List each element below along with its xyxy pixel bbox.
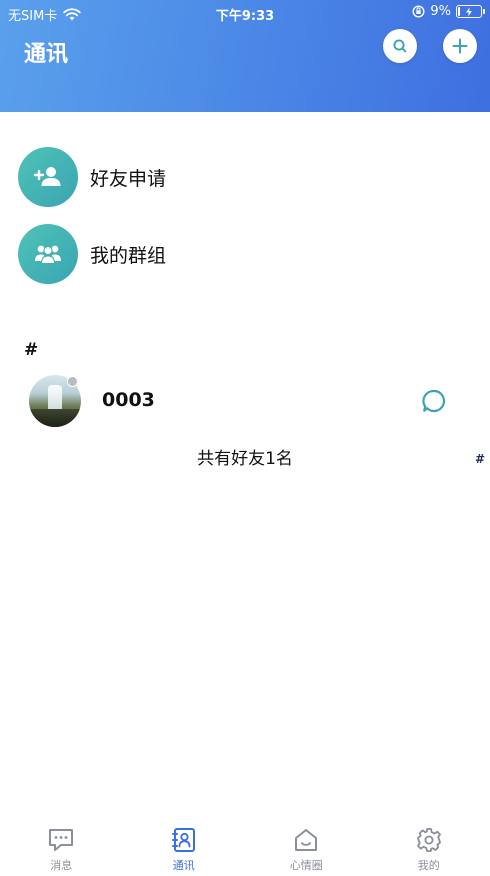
add-button[interactable]	[443, 29, 477, 63]
chat-bubble-icon[interactable]	[421, 388, 447, 414]
orientation-lock-icon	[412, 5, 425, 18]
alphabet-index-item[interactable]: #	[475, 452, 485, 466]
tab-label: 我的	[417, 859, 440, 872]
my-groups-item[interactable]: 我的群组	[18, 224, 458, 284]
charging-bolt-icon	[465, 6, 473, 17]
contacts-screen: 无SIM卡 下午9:33 9% 通讯 好友申请 我的群组 # 0003 共有好友…	[0, 0, 490, 876]
friend-requests-item[interactable]: 好友申请	[18, 147, 458, 207]
header-bar: 无SIM卡 下午9:33 9% 通讯	[0, 0, 490, 112]
group-icon	[35, 245, 61, 264]
gear-icon	[416, 828, 441, 852]
offline-status-dot	[67, 376, 78, 387]
status-bar: 无SIM卡 下午9:33 9%	[0, 0, 490, 26]
friend-requests-label: 好友申请	[90, 167, 167, 190]
tab-contacts[interactable]: 通讯	[123, 814, 246, 876]
tab-bar: 消息 通讯 心情圈 我的	[0, 814, 490, 876]
message-icon	[49, 829, 74, 851]
tab-messages[interactable]: 消息	[0, 814, 123, 876]
add-user-icon	[33, 167, 61, 186]
my-groups-icon-badge	[18, 224, 78, 284]
my-groups-label: 我的群组	[90, 244, 167, 267]
contacts-icon	[171, 828, 195, 852]
battery-fill	[458, 7, 460, 16]
friend-count: 共有好友1名	[197, 449, 293, 469]
battery-percent: 9%	[430, 4, 451, 19]
home-icon	[295, 829, 318, 851]
plus-icon	[452, 38, 468, 54]
tab-me[interactable]: 我的	[368, 814, 490, 876]
contact-name: 0003	[102, 389, 155, 411]
tab-label: 心情圈	[289, 859, 323, 872]
contact-row[interactable]: 0003	[0, 372, 490, 430]
search-button[interactable]	[383, 29, 417, 63]
tab-mood-circle[interactable]: 心情圈	[245, 814, 368, 876]
section-header: #	[24, 340, 39, 360]
friend-requests-icon-badge	[18, 147, 78, 207]
battery-icon	[456, 5, 485, 18]
tab-label: 通讯	[172, 859, 195, 872]
tab-label: 消息	[50, 859, 73, 872]
search-icon	[393, 39, 407, 53]
page-title: 通讯	[24, 42, 69, 67]
